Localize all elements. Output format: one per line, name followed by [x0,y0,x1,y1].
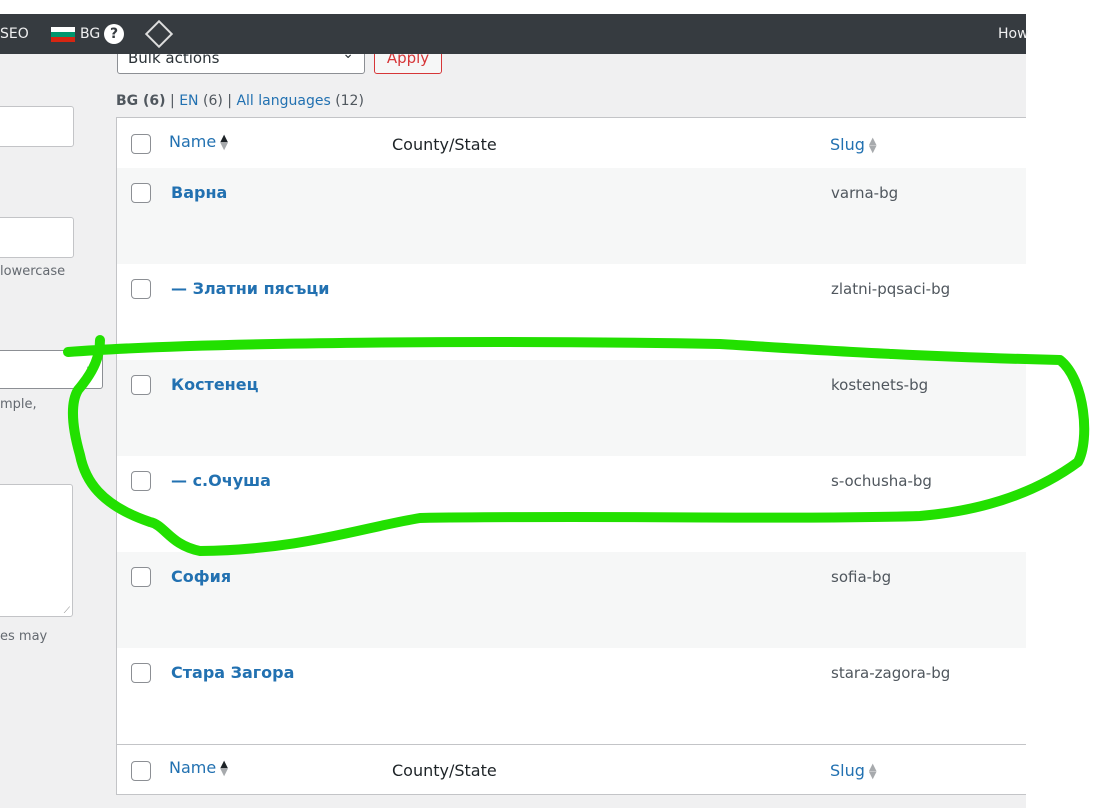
green-annotation-circle [63,335,1090,556]
